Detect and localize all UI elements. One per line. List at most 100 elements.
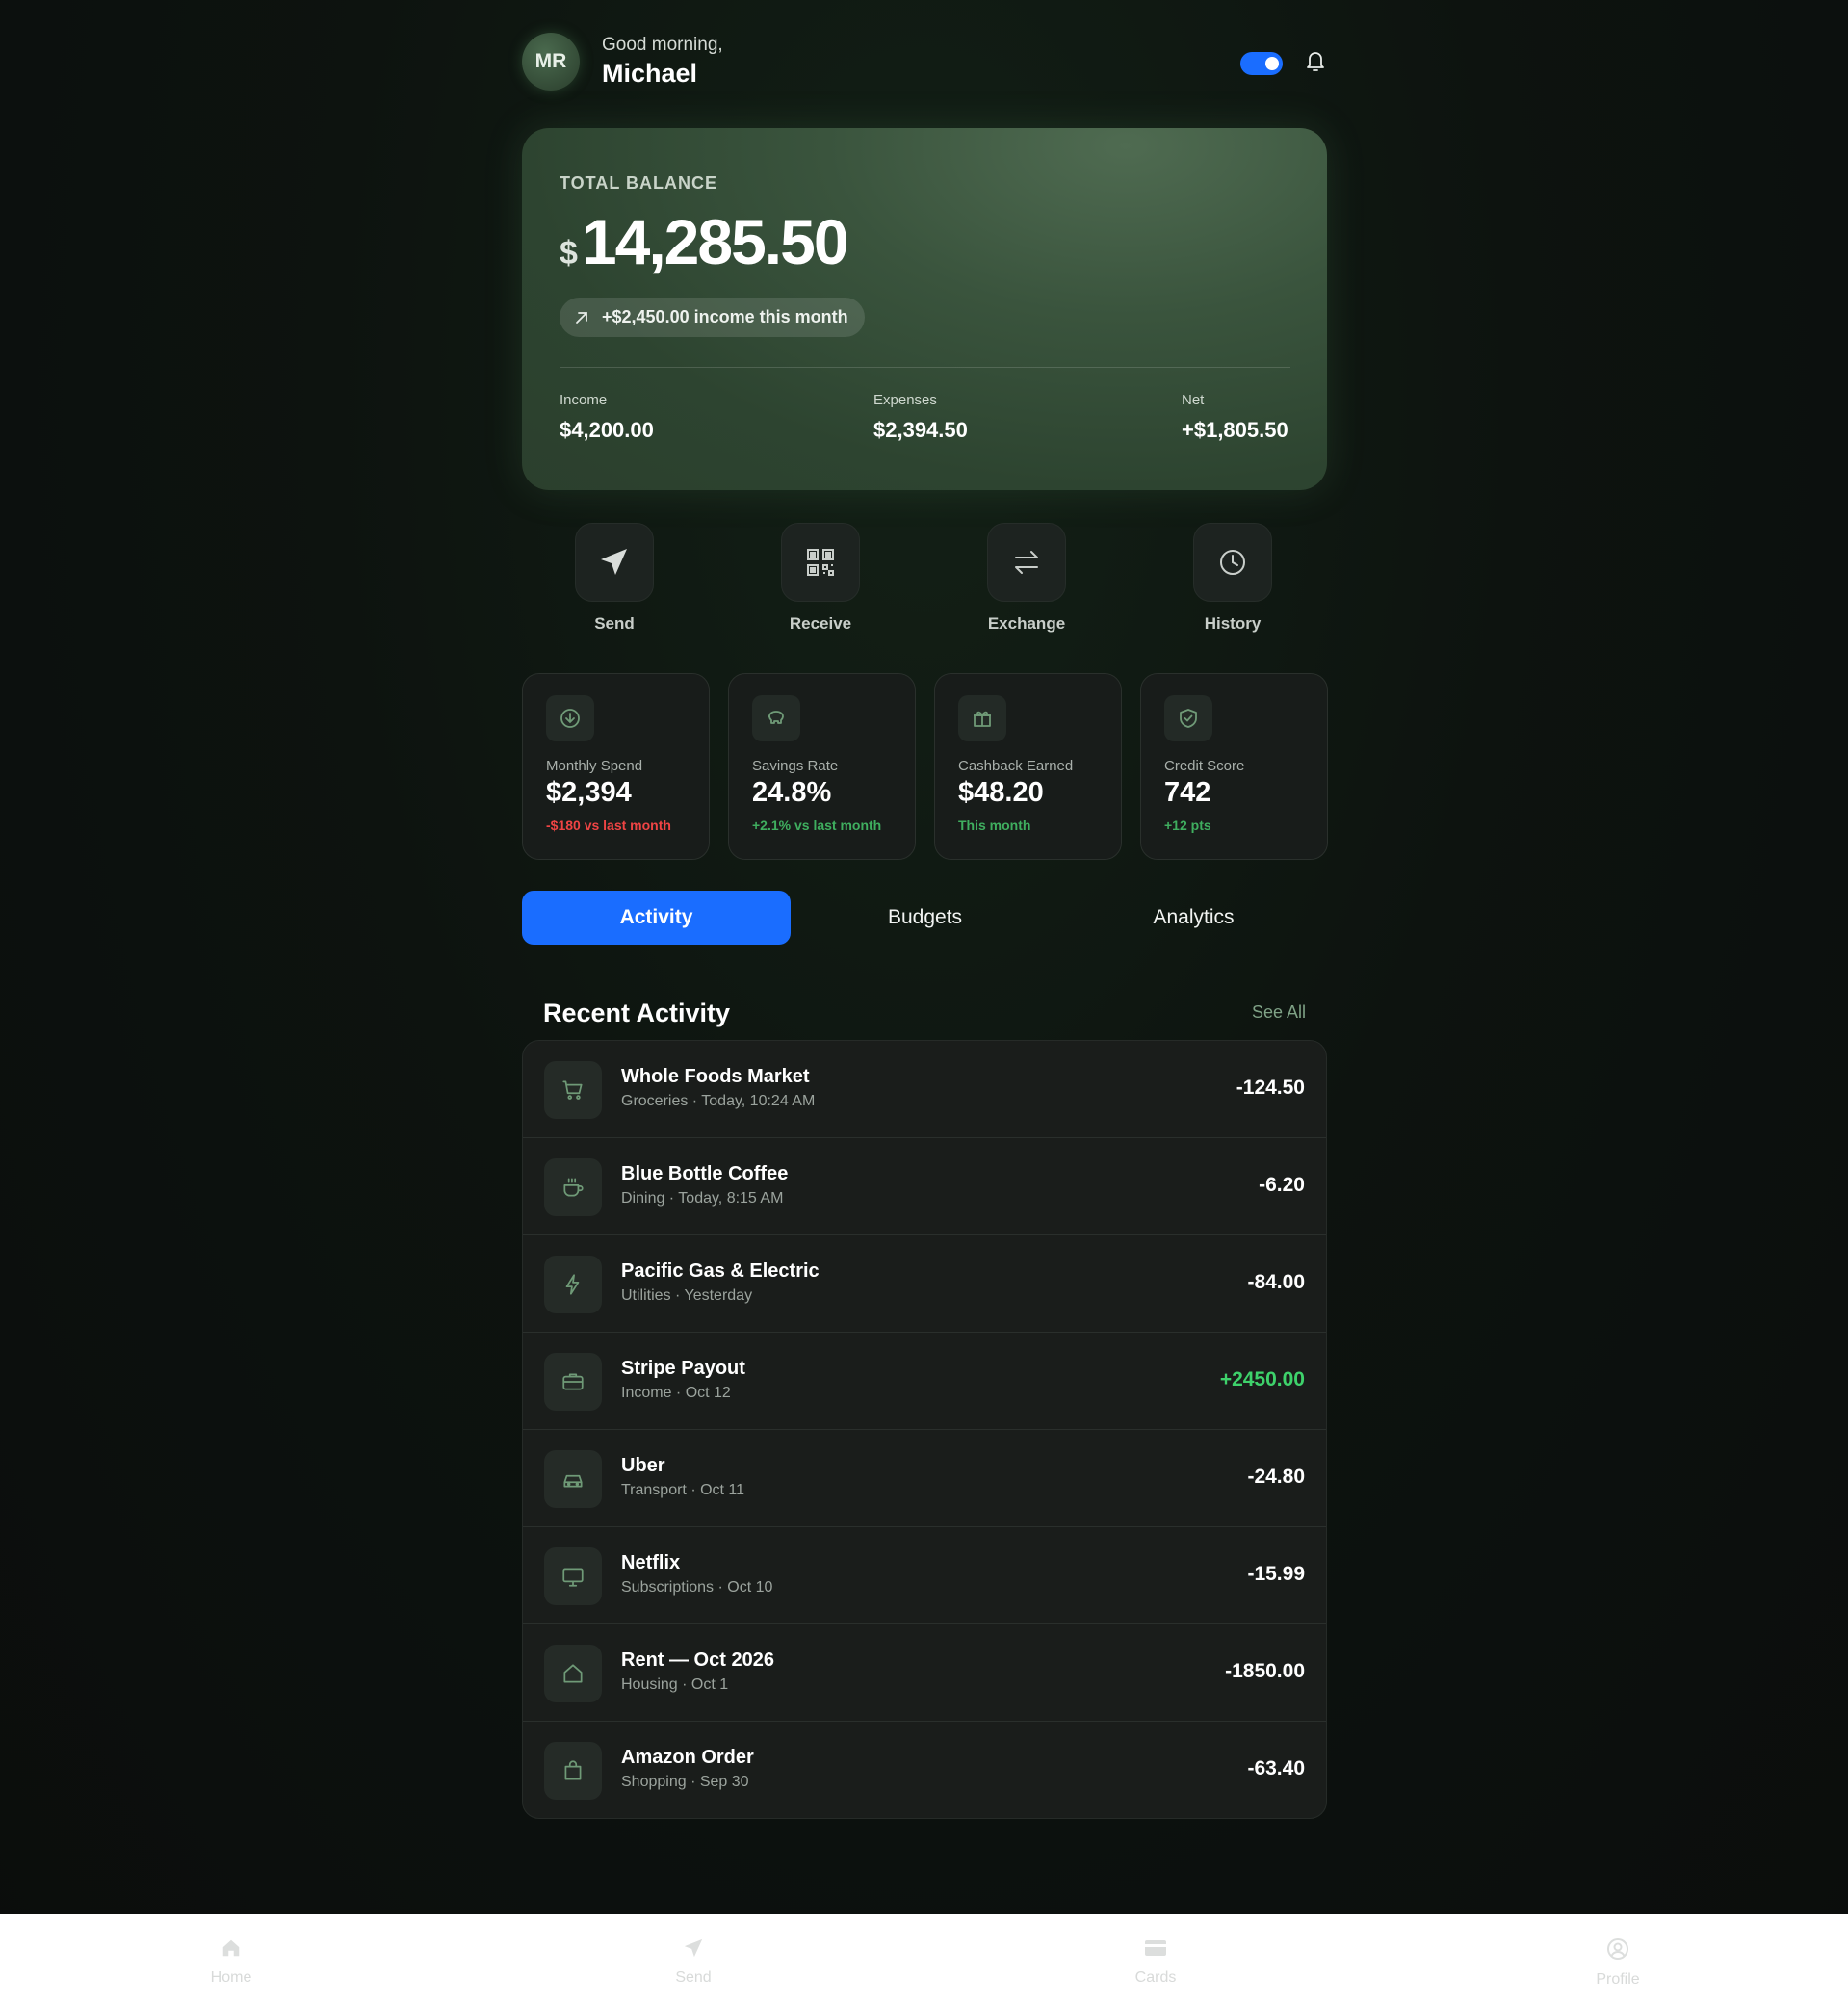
tx-amount: -15.99 <box>1247 1563 1305 1585</box>
exchange-icon <box>1015 551 1038 574</box>
tx-meta: Utilities · Yesterday <box>621 1287 753 1304</box>
bottom-nav: Home Send Cards Profile <box>0 1914 1848 1999</box>
table-row[interactable]: Uber Transport · Oct 11 -24.80 <box>523 1430 1326 1527</box>
tx-amount: -63.40 <box>1247 1757 1305 1779</box>
stat-label: Expenses <box>873 392 937 408</box>
nav-label: Profile <box>1596 1971 1640 1987</box>
action-exchange[interactable]: Exchange <box>969 523 1084 634</box>
metric-label: Monthly Spend <box>546 758 643 774</box>
metric-savings-rate[interactable]: Savings Rate 24.8% +2.1% vs last month <box>728 673 916 860</box>
nav-label: Cards <box>1134 1969 1177 1986</box>
tab-analytics[interactable]: Analytics <box>1059 891 1328 945</box>
metric-label: Cashback Earned <box>958 758 1074 774</box>
coffee-icon <box>563 1178 584 1197</box>
user-circle-icon <box>1607 1938 1628 1960</box>
shopping-bag-icon <box>564 1760 582 1780</box>
metric-icon-wrap <box>546 695 594 741</box>
avatar[interactable]: MR <box>522 33 580 91</box>
briefcase-icon <box>562 1373 584 1390</box>
tx-icon-wrap <box>544 1450 602 1508</box>
tx-name: Netflix <box>621 1552 681 1573</box>
table-row[interactable]: Blue Bottle Coffee Dining · Today, 8:15 … <box>523 1138 1326 1235</box>
piggy-bank-icon <box>768 711 784 724</box>
tx-meta: Subscriptions · Oct 10 <box>621 1579 773 1596</box>
theme-toggle[interactable] <box>1240 52 1283 75</box>
stat-value: $4,200.00 <box>560 418 654 442</box>
table-row[interactable]: Netflix Subscriptions · Oct 10 -15.99 <box>523 1527 1326 1624</box>
metric-credit-score[interactable]: Credit Score 742 +12 pts <box>1140 673 1328 860</box>
see-all-link[interactable]: See All <box>1252 1002 1306 1023</box>
income-pill: +$2,450.00 income this month <box>560 298 865 337</box>
metric-icon-wrap <box>958 695 1006 741</box>
tx-name: Rent — Oct 2026 <box>621 1649 774 1671</box>
bolt-icon <box>565 1274 580 1295</box>
metric-icon-wrap <box>752 695 800 741</box>
nav-profile[interactable]: Profile <box>1560 1937 1676 1988</box>
send-icon <box>601 549 627 575</box>
metric-value: 742 <box>1164 777 1211 808</box>
action-exchange-button[interactable] <box>987 523 1066 602</box>
action-history[interactable]: History <box>1175 523 1290 634</box>
metric-cashback[interactable]: Cashback Earned $48.20 This month <box>934 673 1122 860</box>
quick-actions: Send Receive Exchange History <box>522 523 1327 638</box>
tx-amount: -6.20 <box>1259 1174 1305 1196</box>
action-label: Exchange <box>987 614 1066 633</box>
send-icon <box>684 1938 703 1958</box>
tx-name: Pacific Gas & Electric <box>621 1260 820 1282</box>
tx-amount: -1850.00 <box>1225 1660 1305 1682</box>
tx-meta: Shopping · Sep 30 <box>621 1774 749 1790</box>
tab-budgets[interactable]: Budgets <box>791 891 1059 945</box>
tx-icon-wrap <box>544 1353 602 1411</box>
action-history-button[interactable] <box>1193 523 1272 602</box>
tx-meta: Groceries · Today, 10:24 AM <box>621 1093 816 1109</box>
greeting-text: Good morning, <box>602 35 723 55</box>
nav-send[interactable]: Send <box>636 1937 751 1986</box>
car-icon <box>563 1474 583 1488</box>
metric-icon-wrap <box>1164 695 1212 741</box>
tab-activity[interactable]: Activity <box>522 891 791 945</box>
metric-value: $48.20 <box>958 777 1044 808</box>
metric-label: Credit Score <box>1164 758 1245 774</box>
action-send-button[interactable] <box>575 523 654 602</box>
cart-icon <box>562 1080 583 1100</box>
metric-sub: This month <box>958 818 1031 833</box>
table-row[interactable]: Stripe Payout Income · Oct 12 +2450.00 <box>523 1333 1326 1430</box>
tx-name: Blue Bottle Coffee <box>621 1163 789 1184</box>
table-row[interactable]: Rent — Oct 2026 Housing · Oct 1 -1850.00 <box>523 1624 1326 1722</box>
tx-amount: -84.00 <box>1247 1271 1305 1293</box>
stat-value: $2,394.50 <box>873 418 968 442</box>
table-row[interactable]: Whole Foods Market Groceries · Today, 10… <box>523 1041 1326 1138</box>
nav-label: Send <box>675 1969 712 1986</box>
balance-card: TOTAL BALANCE $ 14,285.50 +$2,450.00 inc… <box>522 128 1327 490</box>
tx-meta: Income · Oct 12 <box>621 1385 731 1401</box>
action-receive[interactable]: Receive <box>763 523 878 634</box>
stat-income: Income $4,200.00 <box>560 392 654 443</box>
tx-icon-wrap <box>544 1742 602 1800</box>
tx-icon-wrap <box>544 1256 602 1313</box>
tx-icon-wrap <box>544 1547 602 1605</box>
gift-icon <box>974 711 991 727</box>
home-icon <box>222 1939 240 1957</box>
action-label: Send <box>594 614 635 633</box>
bell-icon[interactable] <box>1304 48 1327 73</box>
balance-value: 14,285.50 <box>581 206 849 277</box>
tx-meta: Housing · Oct 1 <box>621 1676 729 1693</box>
metric-sub: +2.1% vs last month <box>752 818 882 833</box>
table-row[interactable]: Amazon Order Shopping · Sep 30 -63.40 <box>523 1722 1326 1818</box>
arrow-up-right-icon <box>576 311 587 324</box>
nav-label: Home <box>210 1969 252 1986</box>
stat-label: Income <box>560 392 608 408</box>
action-receive-button[interactable] <box>781 523 860 602</box>
nav-home[interactable]: Home <box>173 1937 289 1986</box>
tx-icon-wrap <box>544 1645 602 1702</box>
home-icon <box>563 1664 583 1683</box>
tx-name: Uber <box>621 1455 665 1476</box>
action-send[interactable]: Send <box>557 523 672 634</box>
table-row[interactable]: Pacific Gas & Electric Utilities · Yeste… <box>523 1235 1326 1333</box>
download-circle-icon <box>560 709 580 728</box>
metric-value: 24.8% <box>752 777 832 808</box>
nav-cards[interactable]: Cards <box>1098 1937 1213 1986</box>
tx-name: Amazon Order <box>621 1747 754 1768</box>
metric-sub: -$180 vs last month <box>546 818 671 833</box>
metric-monthly-spend[interactable]: Monthly Spend $2,394 -$180 vs last month <box>522 673 710 860</box>
